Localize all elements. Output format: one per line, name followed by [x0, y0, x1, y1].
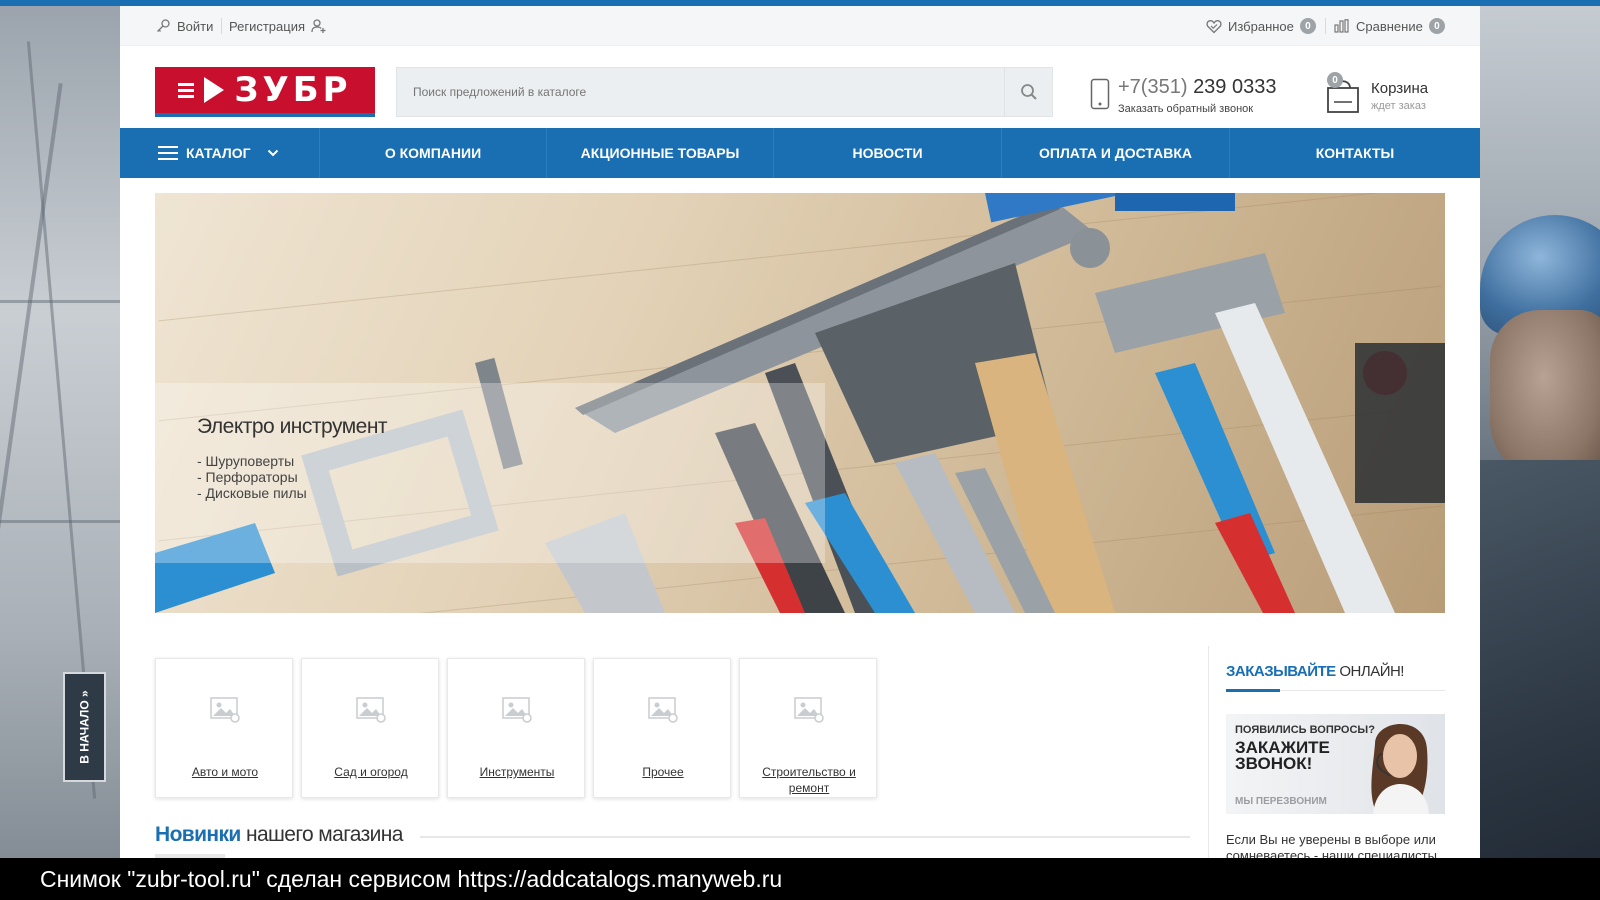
- operator-woman-image: [1371, 724, 1429, 814]
- hamburger-icon: [158, 146, 178, 160]
- screenshot-watermark: Снимок "zubr-tool.ru" сделан сервисом ht…: [0, 858, 1600, 900]
- register-link[interactable]: Регистрация: [229, 18, 327, 34]
- compare-count-badge: 0: [1428, 18, 1445, 34]
- page-container: Войти Регистрация Избранное 0 Сравнение …: [120, 6, 1480, 900]
- topbar-divider: [221, 18, 222, 34]
- double-chevron-up-icon: »: [77, 690, 92, 697]
- phone-digits: 239 0333: [1193, 76, 1277, 98]
- search-box: [396, 67, 1053, 117]
- banner-cta: ЗАКАЖИТЕ ЗВОНОК!: [1235, 738, 1330, 773]
- login-label: Войти: [177, 18, 214, 34]
- background-right-worker: [1479, 0, 1600, 900]
- cart-block[interactable]: 0 Корзина ждет заказ: [1325, 70, 1465, 120]
- phone-block: +7(351) 239 0333 Заказать обратный звоно…: [1090, 76, 1290, 116]
- compare-label: Сравнение: [1356, 18, 1423, 34]
- register-label: Регистрация: [229, 18, 305, 34]
- search-button[interactable]: [1004, 68, 1052, 116]
- heading-underline-accent: [1226, 689, 1280, 692]
- hero-slider[interactable]: Электро инструмент - Шуруповерты - Перфо…: [155, 193, 1445, 613]
- favorites-link[interactable]: Избранное 0: [1206, 18, 1316, 34]
- favorites-count-badge: 0: [1299, 18, 1316, 34]
- cart-subtitle: ждет заказ: [1371, 100, 1426, 112]
- add-user-icon: [311, 19, 326, 33]
- back-to-top-text: В НАЧАЛО: [77, 700, 92, 764]
- nav-item-news[interactable]: НОВОСТИ: [774, 128, 1002, 178]
- back-to-top-button[interactable]: В НАЧАЛО »: [63, 672, 106, 782]
- cart-count-badge: 0: [1327, 72, 1343, 88]
- heading-divider: [420, 836, 1190, 838]
- heart-icon: [1206, 19, 1222, 33]
- nav-item-contacts[interactable]: КОНТАКТЫ: [1230, 128, 1480, 178]
- back-to-top-label: В НАЧАЛО »: [78, 690, 92, 763]
- category-card-construction[interactable]: Строительство и ремонт: [739, 658, 877, 798]
- logo-speed-lines: [178, 82, 195, 98]
- category-label[interactable]: Сад и огород: [302, 764, 440, 780]
- slide-list-item: - Шуруповерты: [197, 453, 295, 469]
- callback-banner[interactable]: ПОЯВИЛИСЬ ВОПРОСЫ? ЗАКАЖИТЕ ЗВОНОК! МЫ П…: [1226, 714, 1445, 814]
- cart-title: Корзина: [1371, 80, 1429, 97]
- phone-code: +7(351): [1118, 76, 1188, 98]
- topbar-divider: [1325, 18, 1326, 34]
- image-placeholder-icon: [648, 697, 678, 723]
- category-card-other[interactable]: Прочее: [593, 658, 731, 798]
- category-label[interactable]: Прочее: [594, 764, 732, 780]
- category-card-auto[interactable]: Авто и мото: [155, 658, 293, 798]
- logo-text: ЗУБР: [234, 70, 352, 110]
- bar-chart-icon: [1334, 19, 1349, 33]
- callback-link[interactable]: Заказать обратный звонок: [1118, 103, 1253, 115]
- main-nav: КАТАЛОГ О КОМПАНИИ АКЦИОННЫЕ ТОВАРЫ НОВО…: [120, 128, 1480, 178]
- category-card-tools[interactable]: Инструменты: [447, 658, 585, 798]
- compare-link[interactable]: Сравнение 0: [1334, 18, 1445, 34]
- nav-item-promo[interactable]: АКЦИОННЫЕ ТОВАРЫ: [547, 128, 774, 178]
- slide-title: Электро инструмент: [197, 415, 388, 438]
- image-placeholder-icon: [210, 697, 240, 723]
- nav-item-about[interactable]: О КОМПАНИИ: [320, 128, 547, 178]
- banner-note: МЫ ПЕРЕЗВОНИМ: [1235, 796, 1327, 807]
- category-label[interactable]: Инструменты: [448, 764, 586, 780]
- category-card-garden[interactable]: Сад и огород: [301, 658, 439, 798]
- mobile-phone-icon: [1090, 78, 1110, 110]
- nav-catalog-label: КАТАЛОГ: [186, 145, 251, 161]
- slide-caption: Электро инструмент - Шуруповерты - Перфо…: [155, 383, 825, 563]
- nav-catalog[interactable]: КАТАЛОГ: [120, 128, 320, 178]
- new-products-accent: Новинки: [155, 823, 241, 846]
- banner-question: ПОЯВИЛИСЬ ВОПРОСЫ?: [1235, 724, 1375, 736]
- brand-logo[interactable]: ЗУБР: [155, 67, 375, 117]
- phone-number[interactable]: +7(351) 239 0333: [1118, 76, 1276, 99]
- topbar: Войти Регистрация Избранное 0 Сравнение …: [120, 6, 1480, 46]
- chevron-down-icon: [267, 149, 278, 157]
- logo-arrow-icon: [204, 77, 225, 103]
- order-online-heading: ЗАКАЗЫВАЙТЕ ОНЛАЙН!: [1226, 663, 1404, 680]
- slide-list-item: - Дисковые пилы: [197, 485, 307, 501]
- category-label[interactable]: Строительство и ремонт: [740, 764, 878, 796]
- order-online-rest: ОНЛАЙН!: [1339, 663, 1404, 680]
- login-link[interactable]: Войти: [155, 18, 213, 34]
- favorites-label: Избранное: [1228, 18, 1294, 34]
- category-label[interactable]: Авто и мото: [156, 764, 294, 780]
- search-icon: [1020, 84, 1037, 100]
- new-products-rest: нашего магазина: [245, 823, 404, 846]
- nav-item-delivery[interactable]: ОПЛАТА И ДОСТАВКА: [1002, 128, 1230, 178]
- order-online-accent: ЗАКАЗЫВАЙТЕ: [1226, 663, 1336, 680]
- new-products-heading: Новинки нашего магазина: [155, 823, 403, 847]
- image-placeholder-icon: [794, 697, 824, 723]
- key-icon: [157, 19, 170, 32]
- slide-list-item: - Перфораторы: [197, 469, 298, 485]
- image-placeholder-icon: [356, 697, 386, 723]
- search-input[interactable]: [397, 68, 1002, 116]
- image-placeholder-icon: [502, 697, 532, 723]
